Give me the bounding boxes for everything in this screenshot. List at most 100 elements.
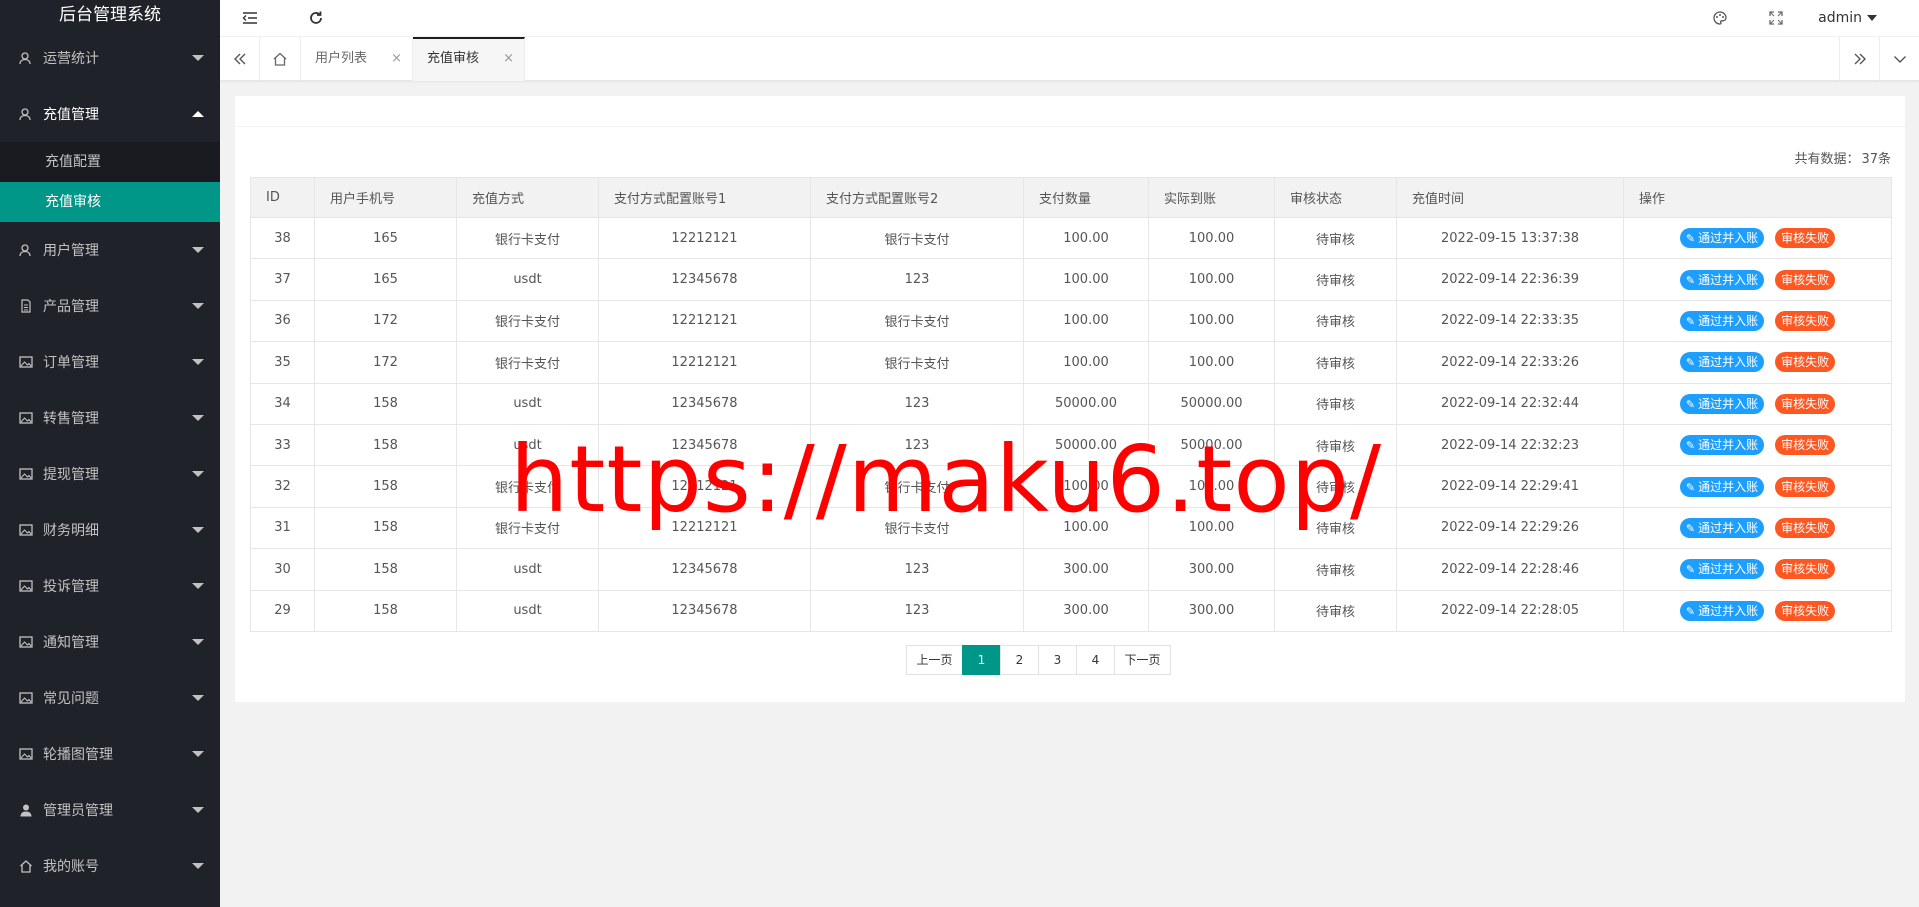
fullscreen-button[interactable] — [1764, 0, 1788, 36]
approve-button[interactable]: ✎ 通过并入账 — [1679, 310, 1765, 331]
approve-button[interactable]: ✎ 通过并入账 — [1679, 228, 1765, 249]
table-row: 29 158 usdt 12345678 123 300.00 300.00 待审核 2022-… — [250, 589, 1892, 632]
sidebar-item-label: 提现管理 — [43, 467, 99, 483]
total-count-label: 共有数据： — [1794, 152, 1860, 167]
table-row: 34 158 usdt 12345678 123 50000.00 50000.00 待审核 2… — [250, 382, 1892, 425]
table-cell: 2022-09-14 22:29:26 — [1396, 506, 1624, 550]
sidebar-item[interactable]: 产品管理 — [0, 278, 220, 334]
pagination-page[interactable]: 4 — [1076, 645, 1115, 675]
table-cell: usdt — [456, 548, 599, 591]
pagination-page[interactable]: 1 — [962, 645, 1001, 675]
reject-button[interactable]: 审核失败 — [1775, 393, 1836, 414]
double-chevron-left-icon — [233, 52, 247, 66]
pagination-prev[interactable]: 上一页 — [906, 645, 963, 675]
sidebar-item[interactable]: 轮播图管理 — [0, 726, 220, 782]
tabs-scroll-left-button[interactable] — [220, 37, 260, 81]
picture-icon — [18, 690, 34, 706]
sidebar-item[interactable]: 转售管理 — [0, 390, 220, 446]
table-column-header: 充值方式 — [456, 177, 599, 218]
sidebar-item[interactable]: 我的账号 — [0, 838, 220, 894]
menu-collapse-button[interactable] — [238, 0, 262, 36]
refresh-button[interactable] — [304, 0, 328, 36]
table-cell: 34 — [250, 382, 315, 425]
edit-icon: ✎ — [1685, 232, 1696, 246]
table-row: 32 158 银行卡支付 12212121 银行卡支付 100.00 100.00 待审核 20… — [250, 465, 1892, 508]
approve-button-label: 通过并入账 — [1698, 231, 1759, 246]
chevron-down-icon — [192, 471, 204, 477]
table-actions: ✎ 通过并入账 审核失败 — [1623, 589, 1892, 632]
approve-button[interactable]: ✎ 通过并入账 — [1679, 600, 1765, 621]
sidebar-item[interactable]: 运营统计 — [0, 30, 220, 86]
table-column-header: 用户手机号 — [314, 177, 457, 218]
sidebar-item[interactable]: 通知管理 — [0, 614, 220, 670]
pagination-page[interactable]: 2 — [1000, 645, 1039, 675]
table-cell: 银行卡支付 — [810, 506, 1024, 550]
tab-item[interactable]: 用户列表 × — [301, 37, 413, 81]
table-cell: 50000.00 — [1023, 382, 1149, 425]
chevron-down-icon — [192, 415, 204, 421]
sidebar-item[interactable]: 提现管理 — [0, 446, 220, 502]
tab-item[interactable]: 充值审核 × — [413, 37, 525, 81]
sidebar-item-label: 常见问题 — [43, 691, 99, 707]
approve-button[interactable]: ✎ 通过并入账 — [1679, 435, 1765, 456]
table-cell: 158 — [314, 382, 457, 425]
approve-button[interactable]: ✎ 通过并入账 — [1679, 352, 1765, 373]
close-icon[interactable]: × — [503, 39, 514, 79]
table-cell: 172 — [314, 341, 457, 384]
sidebar-subitem[interactable]: 充值配置 — [0, 142, 220, 182]
table-cell: 2022-09-14 22:36:39 — [1396, 258, 1624, 301]
table-cell: 158 — [314, 589, 457, 632]
table-cell: 32 — [250, 465, 315, 508]
sidebar-submenu: 充值配置 充值审核 — [0, 142, 220, 222]
tabs-menu-button[interactable] — [1879, 37, 1919, 81]
approve-button-label: 通过并入账 — [1698, 272, 1759, 287]
sidebar-item[interactable]: 充值管理 — [0, 86, 220, 142]
sidebar-item[interactable]: 投诉管理 — [0, 558, 220, 614]
sidebar-item[interactable]: 用户管理 — [0, 222, 220, 278]
pagination-page[interactable]: 3 — [1038, 645, 1077, 675]
table-cell: 待审核 — [1274, 465, 1397, 508]
reject-button[interactable]: 审核失败 — [1775, 600, 1836, 621]
chevron-down-icon — [192, 55, 204, 61]
table-cell: 2022-09-14 22:28:46 — [1396, 548, 1624, 591]
table-cell: 172 — [314, 299, 457, 343]
picture-icon — [18, 410, 34, 426]
user-icon — [18, 50, 34, 66]
table-body: 38 165 银行卡支付 12212121 银行卡支付 100.00 100.00 待审核 20… — [250, 216, 1892, 632]
approve-button[interactable]: ✎ 通过并入账 — [1679, 393, 1765, 414]
table-cell: 123 — [810, 258, 1024, 301]
table-cell: 165 — [314, 258, 457, 301]
chevron-down-icon — [192, 527, 204, 533]
total-count-value: 37条 — [1861, 152, 1891, 167]
reject-button[interactable]: 审核失败 — [1775, 228, 1836, 249]
sidebar-item-label: 用户管理 — [43, 243, 99, 259]
tabs-scroll-right-button[interactable] — [1839, 37, 1879, 81]
reject-button[interactable]: 审核失败 — [1775, 435, 1836, 456]
reject-button[interactable]: 审核失败 — [1775, 517, 1836, 538]
theme-button[interactable] — [1708, 0, 1732, 36]
approve-button[interactable]: ✎ 通过并入账 — [1679, 476, 1765, 497]
pagination: 上一页 1 2 3 4 下一页 — [906, 645, 1171, 675]
sidebar-subitem[interactable]: 充值审核 — [0, 182, 220, 222]
sidebar-item[interactable]: 财务明细 — [0, 502, 220, 558]
reject-button[interactable]: 审核失败 — [1775, 269, 1836, 290]
home-tab[interactable] — [260, 37, 301, 81]
sidebar-item[interactable]: 管理员管理 — [0, 782, 220, 838]
reject-button[interactable]: 审核失败 — [1775, 310, 1836, 331]
reject-button[interactable]: 审核失败 — [1775, 476, 1836, 497]
approve-button[interactable]: ✎ 通过并入账 — [1679, 559, 1765, 580]
approve-button[interactable]: ✎ 通过并入账 — [1679, 269, 1765, 290]
sidebar-item[interactable]: 订单管理 — [0, 334, 220, 390]
user-menu[interactable]: admin — [1818, 0, 1877, 36]
edit-icon: ✎ — [1685, 521, 1696, 535]
table-actions: ✎ 通过并入账 审核失败 — [1623, 548, 1892, 591]
sidebar-item[interactable]: 常见问题 — [0, 670, 220, 726]
table-actions: ✎ 通过并入账 审核失败 — [1623, 216, 1892, 260]
approve-button[interactable]: ✎ 通过并入账 — [1679, 517, 1765, 538]
close-icon[interactable]: × — [391, 37, 402, 81]
pagination-next[interactable]: 下一页 — [1114, 645, 1171, 675]
reject-button[interactable]: 审核失败 — [1775, 352, 1836, 373]
reject-button[interactable]: 审核失败 — [1775, 559, 1836, 580]
sidebar-item-label: 充值管理 — [43, 107, 99, 123]
table-column-header: 支付数量 — [1023, 177, 1149, 218]
